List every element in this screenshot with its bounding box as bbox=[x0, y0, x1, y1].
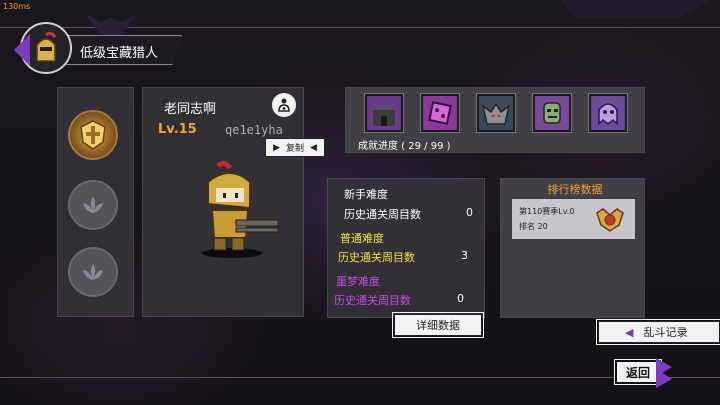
zombie-icon[interactable] bbox=[532, 93, 572, 133]
copy-button-label: 复制 bbox=[285, 144, 304, 154]
achievement-progress: 成就进度 ( 29 / 99 ) bbox=[358, 141, 451, 152]
novice-clear-count: 0 bbox=[466, 206, 473, 219]
castle-boss-icon[interactable] bbox=[364, 93, 404, 133]
back-arrow-icon: ◀ bbox=[310, 142, 317, 153]
ghost-icon[interactable] bbox=[588, 93, 628, 133]
detail-data-button[interactable]: 详细数据 bbox=[392, 312, 484, 338]
rank-crest-icon bbox=[596, 208, 624, 232]
return-button[interactable]: 返回 bbox=[614, 359, 662, 385]
page-title: 低级宝藏猎人 bbox=[80, 46, 159, 61]
gold-crest-badge[interactable] bbox=[68, 110, 118, 160]
normal-difficulty-title: 普通难度 bbox=[340, 232, 384, 245]
crest-icon bbox=[80, 120, 106, 150]
ping-readout: 130ms bbox=[3, 2, 31, 11]
bottom-divider bbox=[0, 377, 720, 378]
nightmare-clear-count: 0 bbox=[457, 292, 464, 305]
ranking-position: 排名 20 bbox=[519, 222, 548, 231]
knight-helmet-icon bbox=[36, 31, 57, 62]
player-level: Lv.15 bbox=[158, 122, 197, 137]
left-arrow-icon: ◀ bbox=[625, 325, 634, 339]
normal-clear-count: 3 bbox=[461, 249, 468, 262]
avatar[interactable] bbox=[14, 22, 72, 74]
brawl-record-button[interactable]: ◀ 乱斗记录 bbox=[596, 319, 720, 345]
lotus-icon bbox=[83, 197, 103, 213]
normal-clear-label: 历史通关周目数 bbox=[338, 251, 415, 264]
novice-clear-label: 历史通关周目数 bbox=[344, 208, 421, 221]
player-name: 老同志啊 bbox=[164, 102, 217, 117]
add-friend-icon bbox=[278, 98, 290, 112]
copy-id-button[interactable]: ▶ 复制 ◀ bbox=[265, 138, 325, 157]
novice-difficulty-title: 新手难度 bbox=[344, 188, 388, 201]
ranking-header: 排行榜数据 bbox=[547, 183, 603, 196]
nightmare-difficulty-title: 噩梦难度 bbox=[336, 275, 380, 288]
brawl-record-label: 乱斗记录 bbox=[643, 326, 688, 339]
locked-badge-slot[interactable] bbox=[68, 247, 118, 297]
player-id: qe1e1yha bbox=[225, 123, 283, 137]
lotus-icon bbox=[83, 264, 103, 280]
play-arrow-icon: ▶ bbox=[273, 142, 280, 153]
gargoyle-icon[interactable] bbox=[476, 93, 516, 133]
nightmare-clear-label: 历史通关周目数 bbox=[334, 294, 411, 307]
add-friend-button[interactable] bbox=[272, 93, 296, 117]
dice-demon-icon[interactable] bbox=[420, 93, 460, 133]
knight-character-icon bbox=[202, 160, 279, 258]
locked-badge-slot[interactable] bbox=[68, 180, 118, 230]
ranking-season: 第110赛季Lv.0 bbox=[519, 207, 575, 216]
